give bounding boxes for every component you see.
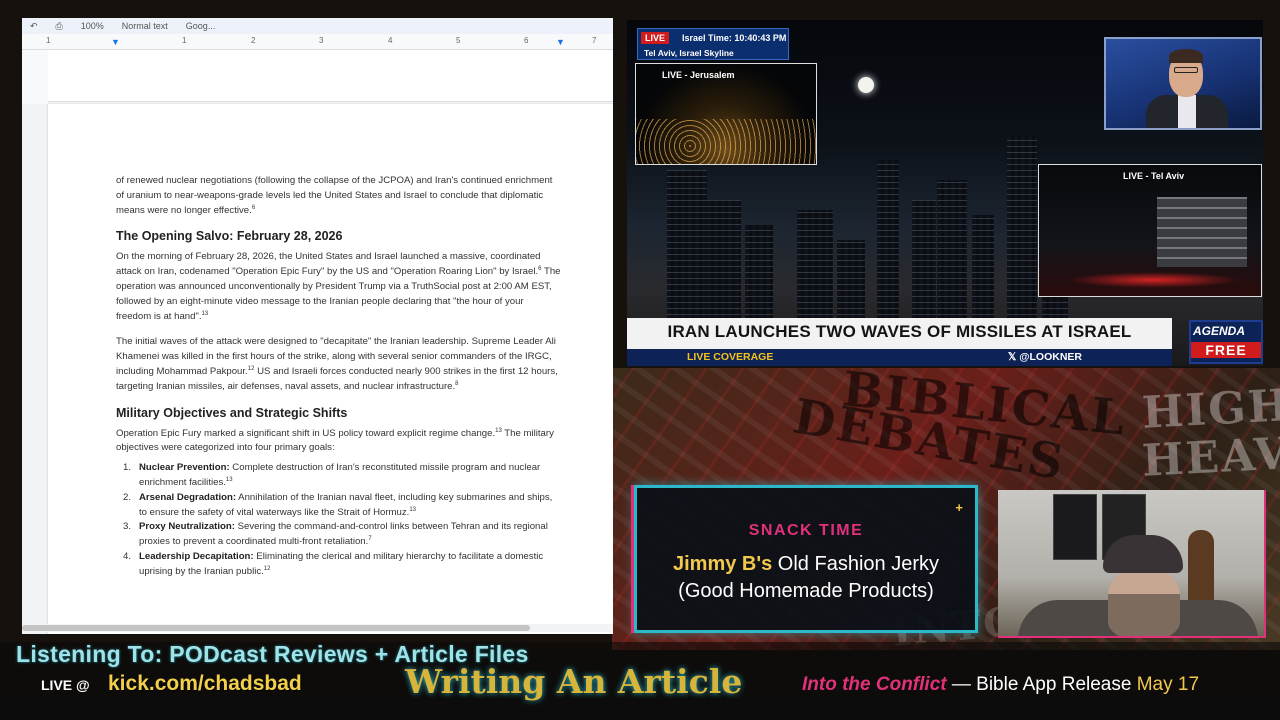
document-window: ↶ ⎙ 100% Normal text Goog... 1 ▼ 1 2 3 4… bbox=[22, 18, 613, 634]
previous-page-bottom bbox=[48, 50, 613, 102]
live-time: Israel Time: 10:40:43 PM bbox=[682, 33, 787, 43]
paragraph: Operation Epic Fury marked a significant… bbox=[116, 427, 554, 454]
list-item: 1. Nuclear Prevention: Complete destructi… bbox=[123, 462, 541, 488]
font-select[interactable]: Goog... bbox=[186, 21, 216, 31]
indent-marker-icon[interactable]: ▼ bbox=[111, 38, 120, 47]
live-at-label: LIVE @ bbox=[41, 677, 90, 693]
live-location: Tel Aviv, Israel Skyline bbox=[644, 48, 734, 58]
horizontal-scrollbar[interactable] bbox=[22, 624, 613, 632]
lower-third-bar: LIVE COVERAGE 𝕏 @LOOKNER bbox=[627, 349, 1172, 366]
snack-title: SNACK TIME bbox=[748, 522, 864, 539]
channel-url: kick.com/chadsbad bbox=[108, 672, 302, 695]
ruler-number: 2 bbox=[251, 36, 256, 45]
inset-telaviv: LIVE - Tel Aviv bbox=[1038, 164, 1262, 297]
doc-toolbar: ↶ ⎙ 100% Normal text Goog... bbox=[22, 18, 613, 34]
plus-icon: + bbox=[955, 500, 963, 515]
document-page[interactable]: of renewed nuclear negotiations (followi… bbox=[48, 104, 613, 634]
list-item: 4. Leadership Decapitation: Eliminating t… bbox=[123, 550, 544, 577]
wall-poster bbox=[1053, 494, 1097, 560]
live-bug: LIVE Israel Time: 10:40:43 PM Tel Aviv, … bbox=[637, 28, 789, 60]
ruler-number: 1 bbox=[182, 36, 187, 45]
snack-line-2: (Good Homemade Products) bbox=[678, 580, 934, 602]
ruler-number: 4 bbox=[388, 36, 393, 45]
ruler-number: 5 bbox=[456, 36, 461, 45]
inset-label: LIVE - Jerusalem bbox=[662, 70, 735, 80]
live-tag: LIVE bbox=[641, 32, 670, 44]
moon bbox=[858, 77, 874, 93]
section-heading: Military Objectives and Strategic Shifts bbox=[116, 405, 348, 420]
paragraph: The initial waves of the attack were des… bbox=[116, 336, 558, 392]
objectives-list: 1. Nuclear Prevention: Complete destructi… bbox=[116, 461, 561, 579]
inset-jerusalem: LIVE - Jerusalem bbox=[635, 63, 817, 165]
inset-label: LIVE - Tel Aviv bbox=[1123, 171, 1185, 181]
right-indent-marker-icon[interactable]: ▼ bbox=[556, 38, 565, 47]
doc-ruler[interactable]: 1 ▼ 1 2 3 4 5 6 ▼ 7 bbox=[22, 34, 613, 50]
list-item: 3. Proxy Neutralization: Severing the com… bbox=[123, 521, 548, 548]
ruler-number: 1 bbox=[46, 36, 51, 45]
host-camera bbox=[1104, 37, 1262, 130]
document-body[interactable]: of renewed nuclear negotiations (followi… bbox=[116, 174, 561, 580]
list-item: 2. Arsenal Degradation: Annihilation of t… bbox=[123, 491, 553, 518]
style-select[interactable]: Normal text bbox=[122, 21, 168, 31]
ruler-number: 6 bbox=[524, 36, 529, 45]
paragraph: On the morning of February 28, 2026, the… bbox=[116, 251, 561, 322]
streamer-webcam bbox=[998, 490, 1266, 638]
lower-third: IRAN LAUNCHES TWO WAVES OF MISSILES AT I… bbox=[627, 318, 1172, 366]
snack-line-1: Jimmy B's Old Fashion Jerky bbox=[673, 553, 939, 575]
announcement: Into the Conflict — Bible App Release Ma… bbox=[802, 674, 1200, 695]
section-heading: The Opening Salvo: February 28, 2026 bbox=[116, 229, 343, 244]
headline: IRAN LAUNCHES TWO WAVES OF MISSILES AT I… bbox=[667, 322, 1132, 341]
social-handle: 𝕏 @LOOKNER bbox=[1007, 351, 1082, 363]
activity-title: Writing An Article bbox=[405, 662, 743, 701]
news-broadcast: LIVE Israel Time: 10:40:43 PM Tel Aviv, … bbox=[627, 20, 1263, 366]
snack-time-card: + SNACK TIME Jimmy B's Old Fashion Jerky… bbox=[634, 485, 978, 633]
print-icon[interactable]: ⎙ bbox=[56, 21, 63, 32]
channel-logo: AGENDA FREE bbox=[1189, 320, 1263, 364]
undo-icon[interactable]: ↶ bbox=[30, 21, 38, 32]
paragraph: of renewed nuclear negotiations (followi… bbox=[116, 175, 553, 216]
scrollbar-thumb[interactable] bbox=[22, 625, 530, 631]
zoom-select[interactable]: 100% bbox=[81, 21, 104, 31]
live-coverage-label: LIVE COVERAGE bbox=[687, 351, 774, 363]
ruler-number: 7 bbox=[592, 36, 597, 45]
ruler-number: 3 bbox=[319, 36, 324, 45]
